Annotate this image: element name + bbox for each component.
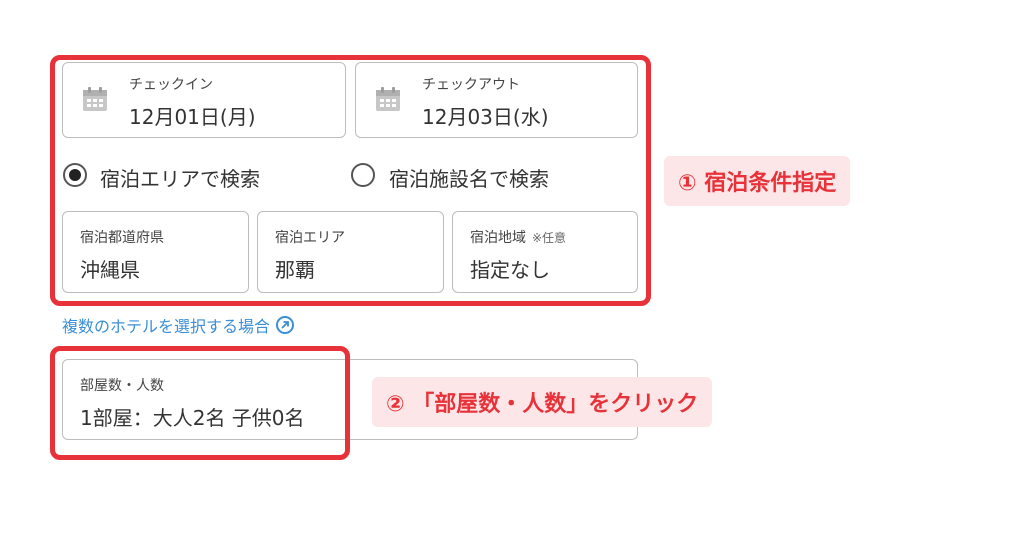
checkout-label: チェックアウト bbox=[422, 77, 520, 93]
callout-step2: ② 「部屋数・人数」をクリック bbox=[372, 377, 713, 427]
region-select[interactable]: 宿泊地域 ※任意 指定なし bbox=[452, 211, 638, 293]
region-optional-note: ※任意 bbox=[532, 231, 567, 245]
checkin-field[interactable]: チェックイン 12月01日(月) bbox=[62, 62, 346, 138]
calendar-icon bbox=[83, 87, 107, 111]
callout-step1: ① 宿泊条件指定 bbox=[664, 156, 851, 206]
region-label-text: 宿泊地域 bbox=[470, 230, 526, 246]
checkout-date: 12月03日(水) bbox=[422, 105, 549, 129]
checkout-field[interactable]: チェックアウト 12月03日(水) bbox=[355, 62, 638, 138]
area-label: 宿泊エリア bbox=[275, 230, 345, 246]
radio-facility-search[interactable] bbox=[351, 163, 375, 187]
calendar-icon bbox=[376, 87, 400, 111]
region-label: 宿泊地域 ※任意 bbox=[470, 227, 566, 247]
rooms-guests-value: 1部屋：大人2名 子供0名 bbox=[80, 406, 305, 430]
multi-hotel-link-text[interactable]: 複数のホテルを選択する場合 bbox=[62, 313, 270, 337]
radio-area-search[interactable] bbox=[63, 163, 87, 187]
prefecture-value: 沖縄県 bbox=[80, 258, 140, 282]
prefecture-label: 宿泊都道府県 bbox=[80, 230, 164, 246]
radio-facility-search-label[interactable]: 宿泊施設名で検索 bbox=[389, 163, 549, 192]
rooms-guests-label: 部屋数・人数 bbox=[80, 378, 164, 394]
multi-hotel-link[interactable]: 複数のホテルを選択する場合 bbox=[62, 313, 295, 337]
radio-area-search-label[interactable]: 宿泊エリアで検索 bbox=[100, 163, 260, 192]
region-value: 指定なし bbox=[470, 258, 550, 282]
area-select[interactable]: 宿泊エリア 那覇 bbox=[257, 211, 444, 293]
external-arrow-icon bbox=[276, 316, 295, 334]
area-value: 那覇 bbox=[275, 258, 315, 282]
prefecture-select[interactable]: 宿泊都道府県 沖縄県 bbox=[62, 211, 249, 293]
checkin-label: チェックイン bbox=[129, 77, 213, 93]
checkin-date: 12月01日(月) bbox=[129, 105, 256, 129]
